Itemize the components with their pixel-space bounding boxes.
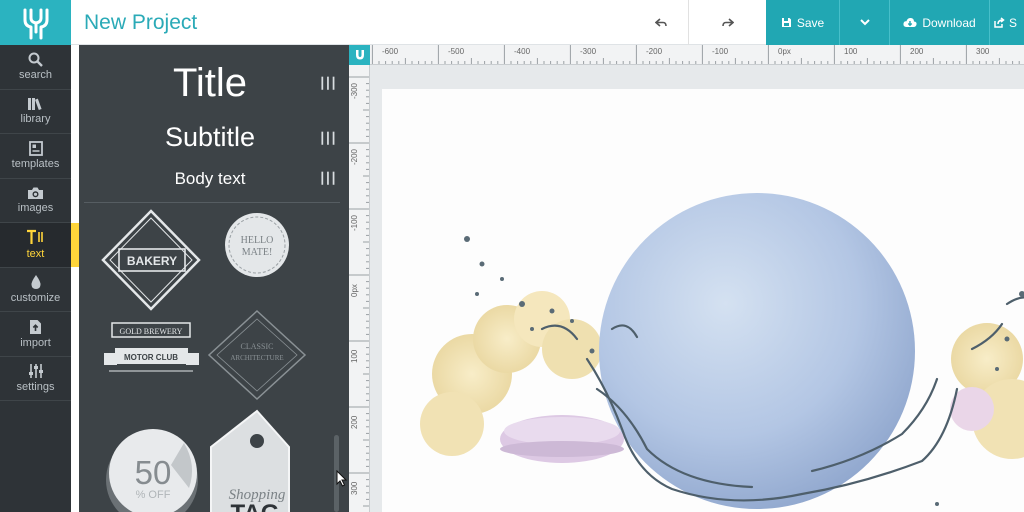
ruler-label: -500 (448, 47, 465, 56)
chevron-down-icon (859, 19, 870, 26)
undo-icon (655, 17, 667, 27)
text-panel: Title ┃┃┃ Subtitle ┃┃┃ Body text ┃┃┃ BAK… (79, 45, 349, 512)
hello-label: HELLO (241, 235, 274, 246)
ruler-label: -300 (580, 47, 597, 56)
redo-icon (721, 17, 734, 27)
sidebar-item-library[interactable]: library (0, 90, 71, 134)
ruler-label: -600 (382, 47, 399, 56)
flowers-right (950, 323, 1024, 459)
horizontal-ruler[interactable]: -600 -500 -400 -300 -200 -100 0px 100 200 300 (370, 45, 1024, 65)
share-button[interactable]: S (989, 0, 1024, 45)
architecture-badge[interactable]: CLASSIC ARCHITECTURE (207, 309, 307, 401)
sidebar-item-label: text (26, 248, 45, 261)
body-text-preset[interactable]: Body text (79, 169, 341, 189)
design-canvas[interactable] (370, 65, 1024, 512)
sidebar-item-text[interactable]: text (0, 223, 79, 268)
bird-logo-icon (23, 8, 48, 39)
ruler-label: 300 (976, 47, 990, 56)
ruler-label: 100 (844, 47, 858, 56)
sliders-icon (28, 364, 43, 379)
ruler-label: 300 (350, 481, 359, 495)
ruler-corner-toggle[interactable] (349, 45, 370, 65)
ruler-label: 200 (910, 47, 924, 56)
bakery-label: BAKERY (127, 254, 177, 268)
droplet-icon (30, 275, 41, 290)
save-button[interactable]: Save (766, 0, 839, 45)
mate-label: MATE! (242, 247, 273, 258)
sidebar-item-label: settings (16, 381, 55, 394)
template-icon (28, 141, 43, 157)
ruler-label: -200 (350, 148, 359, 165)
brewery-motor-club-badge[interactable]: GOLD BREWERY MOTOR CLUB (104, 322, 199, 372)
ruler-label: -100 (712, 47, 729, 56)
camera-icon (28, 187, 43, 200)
vertical-ruler-scale: -300 -200 -100 0px 100 200 300 (349, 76, 369, 507)
books-icon (27, 98, 42, 111)
title-text-preset[interactable]: Title (79, 61, 341, 106)
share-label: S (1009, 15, 1018, 30)
motor-club-label: MOTOR CLUB (124, 353, 178, 362)
ruler-label: 200 (350, 415, 359, 429)
floppy-disk-icon (781, 18, 791, 27)
magnet-icon (355, 50, 364, 60)
tag-caps-label: TAG (231, 500, 280, 512)
ruler-label: 100 (350, 349, 359, 363)
undo-button[interactable] (634, 0, 689, 45)
sidebar-item-images[interactable]: images (0, 179, 71, 223)
sidebar-item-settings[interactable]: settings (0, 357, 71, 401)
classic-label: CLASSIC (241, 342, 274, 351)
ruler-label: -100 (350, 214, 359, 231)
mouse-cursor-icon (336, 470, 347, 487)
drag-handle-icon[interactable]: ┃┃┃ (319, 77, 337, 90)
cloud-download-icon (903, 17, 917, 27)
ruler-label: -400 (514, 47, 531, 56)
project-title[interactable]: New Project (84, 11, 197, 35)
text-icon (26, 230, 43, 245)
drag-handle-icon[interactable]: ┃┃┃ (319, 172, 337, 185)
shopping-tag-badge[interactable]: Shopping TAG (210, 409, 290, 512)
download-label: Download (922, 15, 976, 30)
bath-bomb-photo[interactable] (382, 89, 1024, 512)
horizontal-ruler-scale: -600 -500 -400 -300 -200 -100 0px 100 200 300 (371, 45, 1020, 64)
top-toolbar: New Project Save Download S (71, 0, 1024, 45)
save-label: Save (796, 15, 825, 30)
sale-off-label: % OFF (136, 489, 171, 501)
file-upload-icon (30, 319, 41, 334)
sidebar-item-templates[interactable]: templates (0, 134, 71, 179)
sale-number-label: 50 (135, 454, 172, 491)
app-logo[interactable] (0, 0, 71, 45)
subtitle-text-preset[interactable]: Subtitle (79, 122, 341, 153)
sidebar-item-search[interactable]: search (0, 45, 71, 90)
ruler-label: 0px (778, 47, 791, 56)
sidebar-item-label: search (18, 69, 53, 82)
download-button[interactable]: Download (889, 0, 989, 45)
sidebar-item-label: templates (11, 158, 60, 171)
search-icon (28, 52, 43, 68)
sidebar-item-customize[interactable]: customize (0, 268, 71, 312)
sidebar-item-label: import (20, 336, 51, 349)
vertical-ruler[interactable]: -300 -200 -100 0px 100 200 300 (349, 65, 370, 512)
architecture-label: ARCHITECTURE (230, 354, 283, 362)
ruler-label: -200 (646, 47, 663, 56)
sidebar-item-label: library (20, 113, 51, 126)
hello-mate-badge[interactable]: HELLO MATE! (225, 213, 289, 277)
sidebar-item-label: customize (10, 292, 61, 305)
sidebar-item-import[interactable]: import (0, 312, 71, 357)
sidebar-nav: search library templates images text cus… (0, 45, 79, 512)
redo-button[interactable] (689, 0, 766, 45)
save-options-button[interactable] (839, 0, 889, 45)
badge-templates: BAKERY HELLO MATE! GOLD BREWERY MOTOR CL… (101, 209, 307, 512)
sale-sticker-badge[interactable]: 50 % OFF (106, 429, 198, 512)
bakery-badge[interactable]: BAKERY (101, 209, 201, 311)
ruler-label: 0px (350, 284, 359, 297)
sidebar-item-label: images (17, 202, 54, 215)
macaron (500, 415, 624, 463)
drag-handle-icon[interactable]: ┃┃┃ (319, 132, 337, 145)
ruler-label: -300 (350, 82, 359, 99)
bath-bomb (599, 193, 915, 509)
share-icon (994, 17, 1005, 28)
gold-brewery-label: GOLD BREWERY (120, 327, 183, 336)
artboard[interactable] (382, 89, 1024, 512)
app-window: New Project Save Download S search libra… (0, 0, 1024, 512)
